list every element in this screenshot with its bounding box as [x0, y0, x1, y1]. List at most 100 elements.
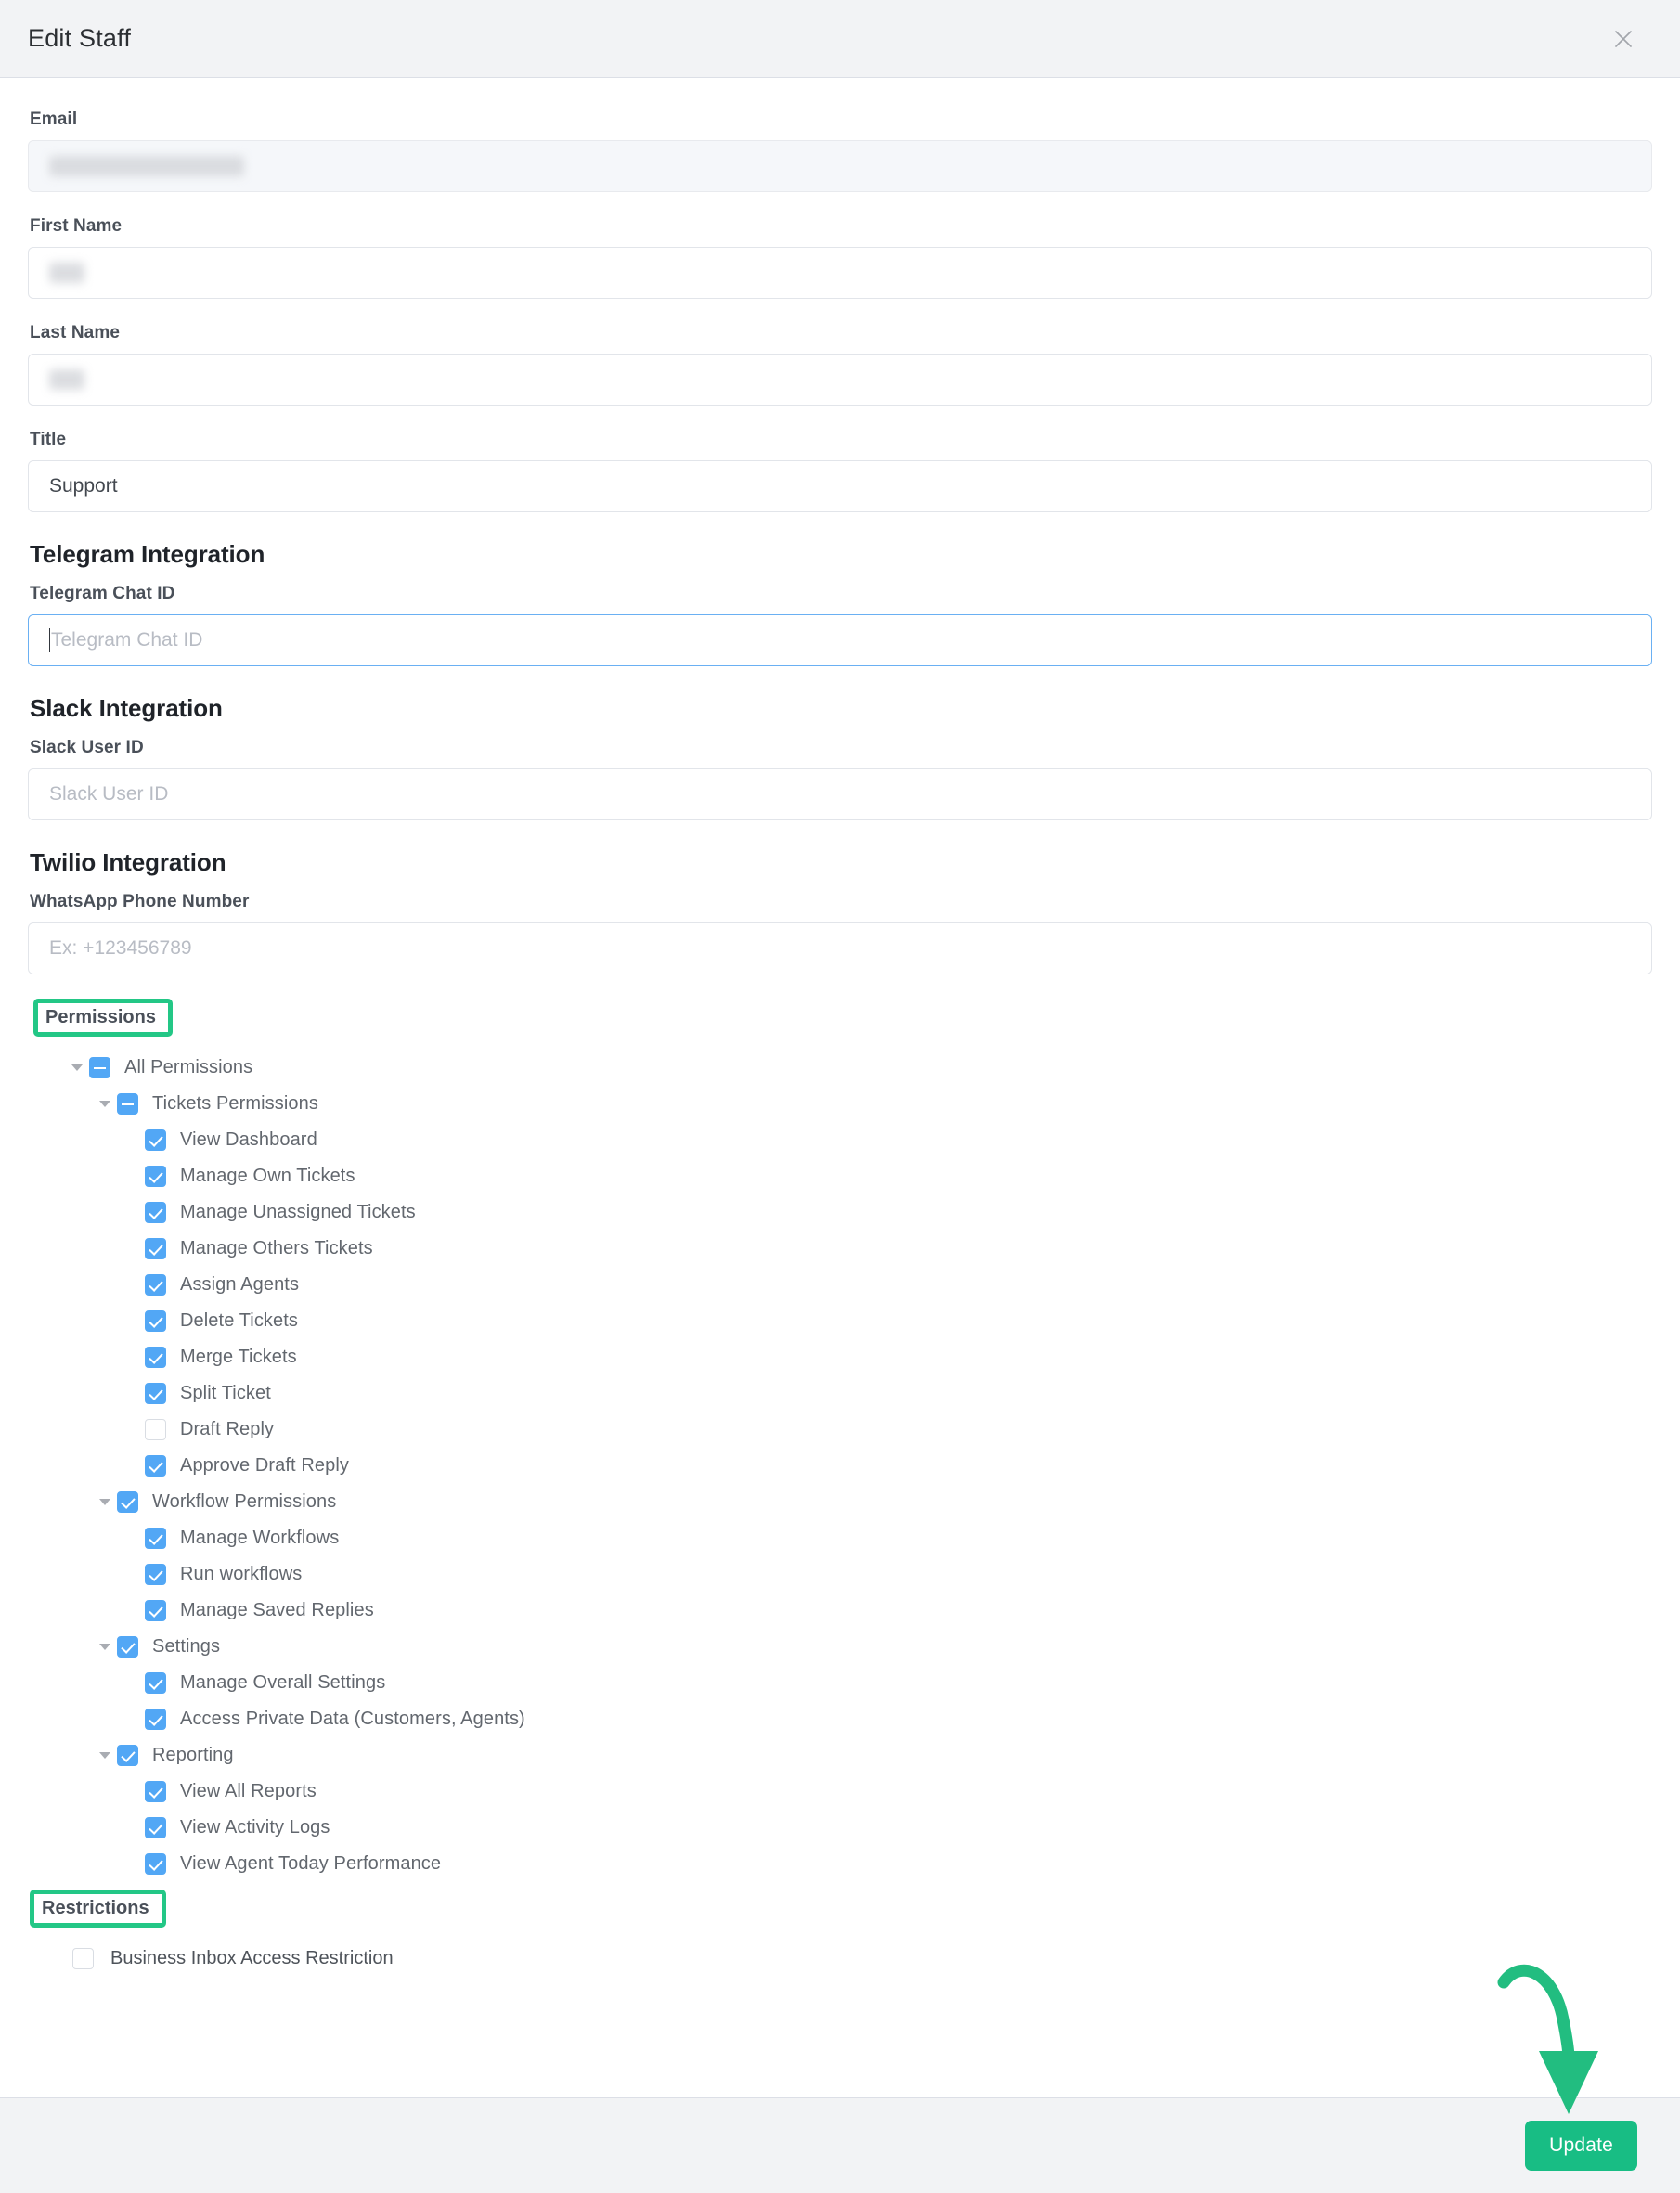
- telegram-chat-id-input[interactable]: Telegram Chat ID: [28, 614, 1652, 666]
- title-input[interactable]: Support: [28, 460, 1652, 512]
- permission-checkbox[interactable]: [145, 1419, 166, 1440]
- restriction-label: Business Inbox Access Restriction: [110, 1948, 394, 1968]
- chevron-down-icon[interactable]: [93, 1635, 117, 1659]
- permission-row[interactable]: View Agent Today Performance: [28, 1846, 1652, 1882]
- permission-label: Reporting: [152, 1745, 234, 1765]
- restriction-row[interactable]: Business Inbox Access Restriction: [72, 1948, 1652, 1969]
- permission-row[interactable]: Manage Overall Settings: [28, 1665, 1652, 1701]
- chevron-down-icon[interactable]: [93, 1092, 117, 1116]
- permissions-heading: Permissions: [33, 999, 173, 1037]
- title-label: Title: [30, 430, 67, 449]
- permission-row[interactable]: Manage Saved Replies: [28, 1593, 1652, 1629]
- permission-row[interactable]: Workflow Permissions: [28, 1484, 1652, 1520]
- permission-checkbox[interactable]: [145, 1600, 166, 1621]
- last-name-input[interactable]: [28, 354, 1652, 406]
- chevron-down-icon[interactable]: [93, 1744, 117, 1768]
- chevron-down-icon[interactable]: [65, 1056, 89, 1080]
- permission-label: Draft Reply: [180, 1419, 275, 1439]
- permission-checkbox[interactable]: [145, 1166, 166, 1187]
- permission-row[interactable]: Manage Unassigned Tickets: [28, 1194, 1652, 1231]
- email-redacted-value: [49, 156, 244, 176]
- permission-row[interactable]: Split Ticket: [28, 1375, 1652, 1412]
- permission-checkbox[interactable]: [89, 1057, 110, 1078]
- permission-checkbox[interactable]: [145, 1129, 166, 1151]
- slack-user-id-group: Slack User ID Slack User ID: [28, 738, 1652, 820]
- permission-checkbox[interactable]: [145, 1274, 166, 1296]
- modal-footer: Update: [0, 2097, 1680, 2193]
- telegram-chat-id-group: Telegram Chat ID Telegram Chat ID: [28, 584, 1652, 666]
- permission-row[interactable]: Manage Own Tickets: [28, 1158, 1652, 1194]
- permission-label: Run workflows: [180, 1564, 303, 1584]
- permission-row[interactable]: View Dashboard: [28, 1122, 1652, 1158]
- permission-row[interactable]: Settings: [28, 1629, 1652, 1665]
- title-field-group: Title Support: [28, 430, 1652, 512]
- permission-checkbox[interactable]: [117, 1636, 138, 1658]
- restriction-checkbox[interactable]: [72, 1948, 94, 1969]
- permission-row[interactable]: Delete Tickets: [28, 1303, 1652, 1339]
- permission-row[interactable]: Run workflows: [28, 1556, 1652, 1593]
- email-field-group: Email: [28, 110, 1652, 192]
- restrictions-heading: Restrictions: [30, 1890, 166, 1928]
- permission-row[interactable]: Access Private Data (Customers, Agents): [28, 1701, 1652, 1737]
- permission-row[interactable]: All Permissions: [28, 1050, 1652, 1086]
- permission-checkbox[interactable]: [145, 1202, 166, 1223]
- permission-label: Manage Workflows: [180, 1528, 340, 1548]
- whatsapp-phone-input[interactable]: Ex: +123456789: [28, 922, 1652, 974]
- permission-checkbox[interactable]: [145, 1781, 166, 1802]
- first-name-redacted-value: [49, 263, 84, 283]
- permission-row[interactable]: View Activity Logs: [28, 1810, 1652, 1846]
- slack-section-title: Slack Integration: [30, 694, 223, 722]
- permission-row[interactable]: Draft Reply: [28, 1412, 1652, 1448]
- permission-row[interactable]: View All Reports: [28, 1774, 1652, 1810]
- permission-row[interactable]: Manage Others Tickets: [28, 1231, 1652, 1267]
- permission-label: Access Private Data (Customers, Agents): [180, 1709, 525, 1729]
- permission-checkbox[interactable]: [145, 1310, 166, 1332]
- permission-checkbox[interactable]: [145, 1853, 166, 1875]
- permission-checkbox[interactable]: [145, 1528, 166, 1549]
- slack-user-id-input[interactable]: Slack User ID: [28, 768, 1652, 820]
- permission-row[interactable]: Reporting: [28, 1737, 1652, 1774]
- permission-checkbox[interactable]: [117, 1093, 138, 1115]
- permission-row[interactable]: Assign Agents: [28, 1267, 1652, 1303]
- permission-row[interactable]: Approve Draft Reply: [28, 1448, 1652, 1484]
- update-button[interactable]: Update: [1525, 2121, 1637, 2171]
- permission-label: View Agent Today Performance: [180, 1853, 442, 1874]
- first-name-input[interactable]: [28, 247, 1652, 299]
- text-cursor: [49, 628, 50, 652]
- last-name-redacted-value: [49, 369, 84, 390]
- permission-checkbox[interactable]: [145, 1672, 166, 1694]
- close-icon[interactable]: [1608, 23, 1639, 55]
- first-name-field-group: First Name: [28, 216, 1652, 299]
- permission-checkbox[interactable]: [145, 1564, 166, 1585]
- permission-label: Delete Tickets: [180, 1310, 299, 1331]
- permission-checkbox[interactable]: [117, 1745, 138, 1766]
- permission-checkbox[interactable]: [145, 1709, 166, 1730]
- permission-checkbox[interactable]: [145, 1383, 166, 1404]
- chevron-down-icon[interactable]: [93, 1490, 117, 1515]
- permission-checkbox[interactable]: [145, 1817, 166, 1838]
- twilio-section-title: Twilio Integration: [30, 848, 226, 876]
- email-input: [28, 140, 1652, 192]
- permission-row[interactable]: Merge Tickets: [28, 1339, 1652, 1375]
- permissions-heading-label: Permissions: [45, 1007, 156, 1027]
- permission-row[interactable]: Tickets Permissions: [28, 1086, 1652, 1122]
- last-name-field-group: Last Name: [28, 323, 1652, 406]
- telegram-chat-id-label: Telegram Chat ID: [30, 584, 175, 603]
- permission-checkbox[interactable]: [117, 1491, 138, 1513]
- first-name-label: First Name: [30, 216, 123, 236]
- permission-checkbox[interactable]: [145, 1347, 166, 1368]
- permission-row[interactable]: Manage Workflows: [28, 1520, 1652, 1556]
- permission-checkbox[interactable]: [145, 1238, 166, 1259]
- permission-checkbox[interactable]: [145, 1455, 166, 1477]
